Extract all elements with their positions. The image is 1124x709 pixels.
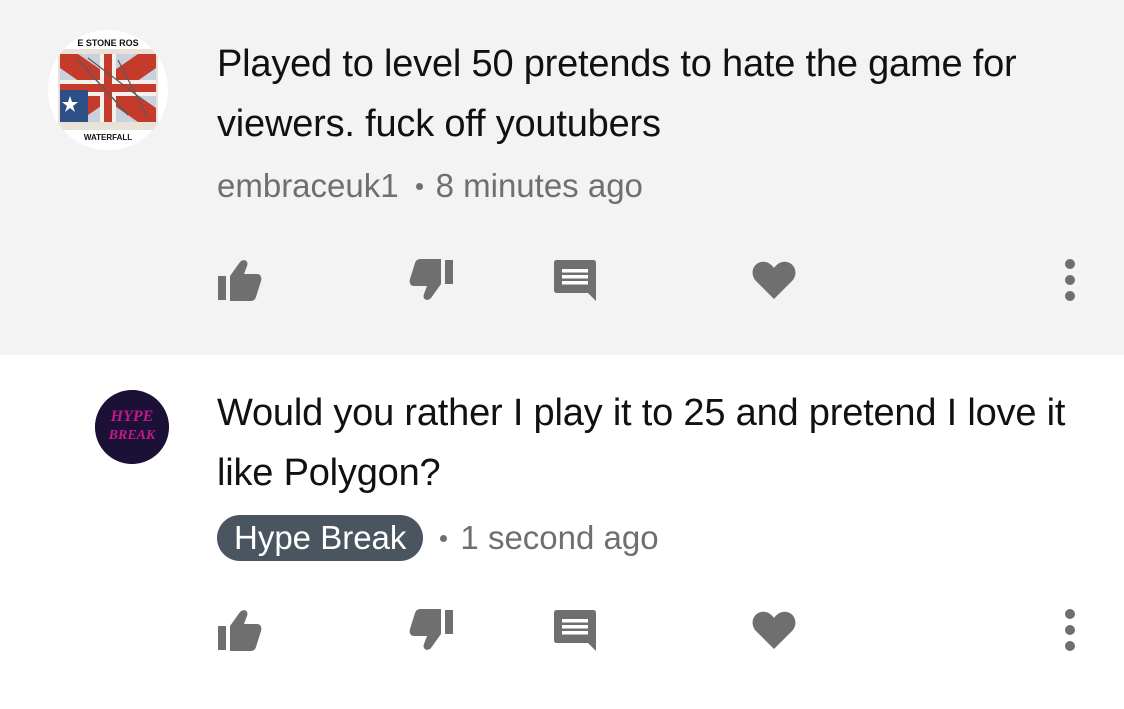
author-name[interactable]: embraceuk1 [217,167,399,205]
reply-button[interactable] [549,254,601,306]
dislike-button[interactable] [406,604,458,656]
comment-item: E STONE ROS WATERFALL Played to level 50… [0,0,1124,355]
author-name-badge[interactable]: Hype Break [217,515,424,561]
album-subtitle-text: WATERFALL [84,133,132,142]
heart-icon [752,261,796,299]
album-title-text: E STONE ROS [77,38,138,48]
heart-button[interactable] [748,604,800,656]
thumbs-down-icon [409,609,453,650]
dislike-button[interactable] [406,254,458,306]
comment-item: HYPE BREAK Would you rather I play it to… [0,355,1124,709]
like-button[interactable] [213,604,265,656]
comment-meta: Hype Break 1 second ago [217,515,659,561]
separator-dot [440,534,448,542]
comment-text: Played to level 50 pretends to hate the … [217,43,1017,145]
more-options-button[interactable] [1044,604,1096,656]
channel-logo: HYPE BREAK [95,390,169,464]
thumbs-up-icon [218,260,262,301]
comment-text: Would you rather I play it to 25 and pre… [217,392,1066,494]
reply-comment-icon [554,260,596,301]
album-cover-image: E STONE ROS WATERFALL [48,30,168,150]
like-button[interactable] [213,254,265,306]
more-options-button[interactable] [1044,254,1096,306]
more-vertical-icon [1065,259,1075,301]
logo-text-bottom: BREAK [108,428,157,443]
reply-button[interactable] [549,604,601,656]
avatar[interactable]: E STONE ROS WATERFALL [48,30,168,150]
timestamp: 1 second ago [460,519,659,556]
thumbs-down-icon [409,259,453,300]
comment-meta: embraceuk1 8 minutes ago [217,166,643,206]
logo-text-top: HYPE [110,408,154,425]
thumbs-up-icon [218,610,262,651]
more-vertical-icon [1065,609,1075,651]
avatar[interactable]: HYPE BREAK [95,390,169,464]
reply-comment-icon [554,610,596,651]
heart-button[interactable] [748,254,800,306]
separator-dot [415,182,423,190]
heart-icon [752,611,796,649]
timestamp: 8 minutes ago [435,167,643,204]
